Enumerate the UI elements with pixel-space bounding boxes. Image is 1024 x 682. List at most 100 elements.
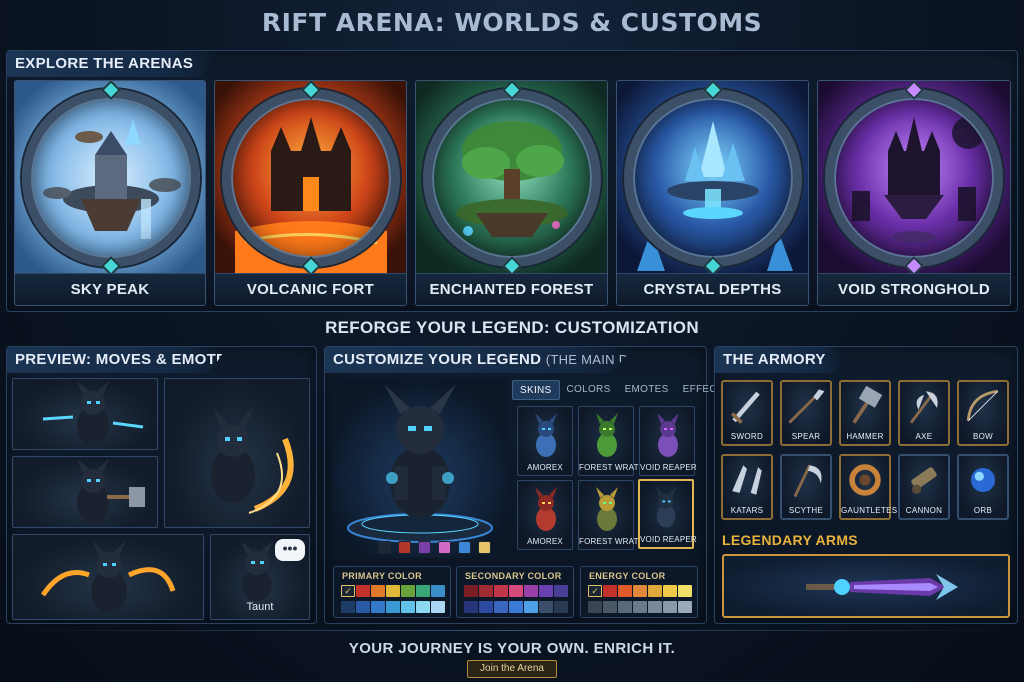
color-swatch[interactable]	[603, 585, 617, 597]
skin-name: AMOREX	[527, 463, 563, 472]
color-swatch[interactable]	[494, 585, 508, 597]
color-swatch[interactable]	[371, 601, 385, 613]
tab-emotes[interactable]: EMOTES	[618, 380, 676, 400]
color-swatch[interactable]	[648, 601, 662, 613]
arena-frame-ring	[423, 89, 601, 267]
stand-swatch[interactable]	[378, 541, 391, 554]
color-swatch[interactable]	[663, 585, 677, 597]
color-swatch[interactable]	[633, 585, 647, 597]
color-swatch[interactable]	[539, 601, 553, 613]
footer-divider	[0, 630, 1024, 631]
color-swatch[interactable]	[618, 601, 632, 613]
weapon-slot-bow[interactable]: BOW	[957, 380, 1009, 446]
color-swatch[interactable]	[416, 585, 430, 597]
color-swatch[interactable]	[678, 601, 692, 613]
skin-hero-icon	[535, 413, 557, 457]
color-swatch[interactable]	[648, 585, 662, 597]
arenas-panel-title: EXPLORE THE ARENAS	[7, 51, 217, 77]
weapon-slot-orb[interactable]: ORB	[957, 454, 1009, 520]
color-swatch[interactable]	[539, 585, 553, 597]
color-swatch[interactable]	[588, 601, 602, 613]
color-swatch[interactable]	[618, 585, 632, 597]
preview-panel-title: PREVIEW: MOVES & EMOTES	[7, 347, 227, 373]
preview-move-cell[interactable]	[12, 378, 158, 450]
color-swatch[interactable]	[431, 585, 445, 597]
arena-card-enchanted-forest[interactable]: ENCHANTED FOREST	[415, 80, 608, 306]
energy-color-palette: ENERGY COLOR ✓	[580, 566, 698, 618]
hero-hammer-icon	[77, 459, 145, 523]
arena-frame-ring	[624, 89, 802, 267]
preview-emote-cell[interactable]: ••• Taunt	[210, 534, 310, 620]
gauntlets-icon	[849, 464, 881, 496]
color-swatch[interactable]	[479, 585, 493, 597]
preview-move-cell[interactable]	[12, 456, 158, 528]
color-swatch[interactable]	[464, 585, 478, 597]
weapon-slot-gauntlets[interactable]: GAUNTLETES	[839, 454, 897, 520]
weapon-slot-spear[interactable]: SPEAR	[780, 380, 832, 446]
skin-name: FOREST WRATH	[579, 537, 645, 546]
weapon-slot-hammer[interactable]: HAMMER	[839, 380, 891, 446]
skin-card[interactable]: FOREST WRATH	[578, 480, 645, 550]
skin-card-selected[interactable]: VOID REAPER	[638, 479, 697, 549]
color-swatch[interactable]	[386, 601, 400, 613]
weapon-slot-scythe[interactable]: SCYTHE	[780, 454, 832, 520]
skin-card[interactable]: AMOREX	[517, 406, 573, 476]
legendary-arms-slot[interactable]	[722, 554, 1010, 618]
skin-hero-icon	[657, 413, 679, 457]
arena-card-crystal-depths[interactable]: CRYSTAL DEPTHS	[616, 80, 809, 306]
arena-label: CRYSTAL DEPTHS	[617, 273, 808, 305]
color-swatch[interactable]	[524, 601, 538, 613]
page-title: RIFT ARENA: WORLDS & CUSTOMS	[261, 8, 763, 37]
color-swatch[interactable]	[401, 601, 415, 613]
skin-name: VOID REAPER	[640, 463, 697, 472]
preview-move-cell-wide[interactable]	[12, 534, 204, 620]
color-swatch[interactable]	[371, 585, 385, 597]
stand-swatch[interactable]	[418, 541, 431, 554]
skin-hero-icon	[596, 413, 618, 457]
bow-icon	[966, 389, 999, 422]
color-swatch[interactable]	[494, 601, 508, 613]
color-swatch[interactable]	[663, 601, 677, 613]
weapon-slot-sword[interactable]: SWORD	[721, 380, 773, 446]
tab-skins[interactable]: SKINS	[512, 380, 560, 400]
color-swatch[interactable]: ✓	[588, 585, 602, 597]
customize-panel-subtitle: (THE MAIN DISPLAY)	[545, 352, 680, 367]
weapon-slot-katars[interactable]: KATARS	[721, 454, 773, 520]
stand-swatch[interactable]	[438, 541, 451, 554]
color-swatch[interactable]	[386, 585, 400, 597]
stand-swatch[interactable]	[398, 541, 411, 554]
skin-card[interactable]: FOREST WRATH	[578, 406, 644, 476]
color-swatch[interactable]	[603, 601, 617, 613]
skin-card[interactable]: AMOREX	[517, 480, 573, 550]
color-swatch[interactable]	[509, 601, 523, 613]
weapon-slot-cannon[interactable]: CANNON	[898, 454, 950, 520]
stand-swatch[interactable]	[478, 541, 491, 554]
color-swatch[interactable]	[356, 601, 370, 613]
color-swatch[interactable]	[401, 585, 415, 597]
color-swatch[interactable]: ✓	[341, 585, 355, 597]
color-swatch[interactable]	[356, 585, 370, 597]
color-swatch[interactable]	[509, 585, 523, 597]
color-swatch[interactable]	[633, 601, 647, 613]
arena-card-void-stronghold[interactable]: VOID STRONGHOLD	[817, 80, 1011, 306]
color-swatch[interactable]	[464, 601, 478, 613]
weapon-name: ORB	[973, 506, 993, 515]
color-swatch[interactable]	[554, 601, 568, 613]
color-swatch[interactable]	[554, 585, 568, 597]
customization-section-title: REFORGE YOUR LEGEND: CUSTOMIZATION	[325, 318, 699, 337]
skin-hero-icon	[535, 487, 557, 531]
weapon-slot-axe[interactable]: AXE	[898, 380, 950, 446]
preview-move-cell-large[interactable]	[164, 378, 310, 528]
color-swatch[interactable]	[431, 601, 445, 613]
color-swatch[interactable]	[416, 601, 430, 613]
color-swatch[interactable]	[524, 585, 538, 597]
color-swatch[interactable]	[479, 601, 493, 613]
arena-card-volcanic-fort[interactable]: VOLCANIC FORT	[214, 80, 407, 306]
join-arena-button[interactable]: Join the Arena	[467, 660, 557, 678]
tab-colors[interactable]: COLORS	[560, 380, 618, 400]
stand-swatch[interactable]	[458, 541, 471, 554]
color-swatch[interactable]	[341, 601, 355, 613]
skin-card[interactable]: VOID REAPER	[639, 406, 697, 476]
arena-card-sky-peak[interactable]: SKY PEAK	[14, 80, 206, 306]
color-swatch[interactable]	[678, 585, 692, 597]
